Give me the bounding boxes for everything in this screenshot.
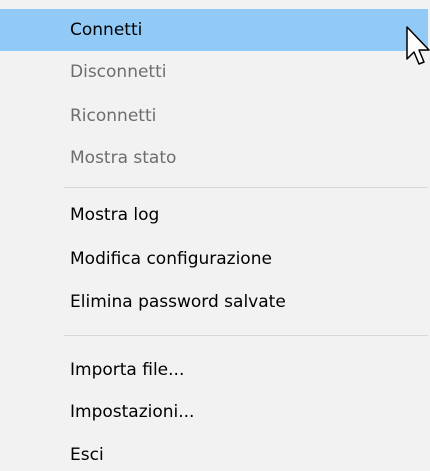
menu-item-elimina-password[interactable]: Elimina password salvate — [0, 281, 428, 323]
menu-item-impostazioni[interactable]: Impostazioni... — [0, 391, 428, 433]
menu-separator — [64, 335, 428, 336]
menu-item-importa-file[interactable]: Importa file... — [0, 349, 428, 391]
menu-item-connetti[interactable]: Connetti — [0, 9, 428, 51]
menu-item-disconnetti: Disconnetti — [70, 62, 167, 82]
mouse-pointer-icon — [406, 26, 430, 65]
menu-item-esci[interactable]: Esci — [0, 434, 428, 471]
context-menu: Connetti Disconnetti Riconnetti Mostra s… — [0, 0, 430, 471]
menu-item-riconnetti: Riconnetti — [70, 106, 157, 126]
menu-item-modifica-configurazione[interactable]: Modifica configurazione — [0, 238, 428, 280]
menu-item-mostra-stato: Mostra stato — [70, 148, 177, 168]
menu-separator — [64, 187, 428, 188]
menu-item-mostra-log[interactable]: Mostra log — [0, 194, 428, 236]
